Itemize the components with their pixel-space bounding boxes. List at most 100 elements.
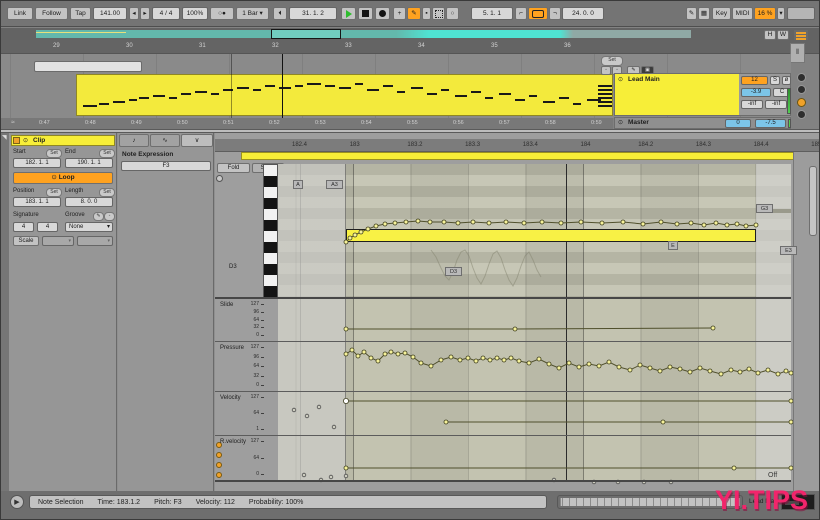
breakpoint[interactable] [344,466,348,470]
ghost-note-tag[interactable]: E [668,241,678,250]
clip-color-icon[interactable] [13,137,20,144]
groove-amount-field[interactable]: 100% [182,7,208,20]
breakpoint[interactable] [488,358,492,362]
breakpoint[interactable] [389,350,393,354]
breakpoint[interactable] [404,220,408,224]
panel-collapse-icon[interactable]: ◥ [2,134,7,141]
breakpoint[interactable] [600,221,604,225]
loop-button[interactable]: ⊙ Loop [13,172,113,184]
breakpoint[interactable] [547,362,551,366]
stop-clip-button[interactable] [797,85,806,94]
ghost-breakpoint[interactable] [302,473,306,477]
lane-divider[interactable] [215,480,791,482]
breakpoint[interactable] [638,363,642,367]
capture-midi-button[interactable] [432,7,445,20]
breakpoint[interactable] [442,220,446,224]
breakpoint[interactable] [784,369,788,373]
track-header-lead-main[interactable]: ⊙ Lead Main 12 S ø -3.9 C -inf -inf [614,73,791,116]
breakpoint[interactable] [517,359,521,363]
time-ruler[interactable]: 0:470:480:490:500:510:520:530:540:550:56… [1,118,613,129]
breakpoint[interactable] [374,224,378,228]
lane-divider[interactable] [215,391,791,392]
breakpoint[interactable] [754,223,758,227]
beat-time-ruler[interactable]: 2930313233343536 [1,40,820,54]
master-track-name[interactable]: Master [628,119,649,126]
breakpoint[interactable] [362,350,366,354]
follow-playhead-button[interactable]: ▶ [10,495,24,509]
computer-midi-keyboard-button[interactable]: ▦ [698,7,710,20]
breakpoint[interactable] [504,220,508,224]
lane-divider[interactable] [215,297,791,299]
breakpoint[interactable] [428,220,432,224]
breakpoint[interactable] [522,221,526,225]
breakpoint[interactable] [344,327,348,331]
breakpoint[interactable] [628,368,632,372]
clip-panel-header[interactable]: ⊙ Clip [11,135,115,146]
fold-button[interactable]: Fold [217,163,250,173]
end-field[interactable]: 190. 1. 1 [65,158,113,168]
optimize-width-button[interactable]: W [777,30,789,40]
set-locator-button[interactable]: Set [601,56,623,66]
track-title-area[interactable]: ⊙ Lead Main [615,74,739,115]
record-button[interactable] [375,7,390,20]
ghost-breakpoint[interactable] [329,475,333,479]
track-name[interactable]: Lead Main [628,76,660,83]
breakpoint[interactable] [353,233,357,237]
breakpoint[interactable] [344,352,348,356]
cpu-meter[interactable]: 16 % [754,7,776,20]
automation-arm-button[interactable]: + [393,7,406,20]
ghost-note-tag[interactable]: D3 [445,267,462,276]
groove-edit-button[interactable]: ✎ [93,212,104,221]
stop-button[interactable] [358,7,373,20]
ghost-note-tag[interactable]: E3 [780,246,797,255]
send-b-field[interactable]: -inf [765,100,787,109]
breakpoint[interactable] [708,369,712,373]
ghost-breakpoint[interactable] [332,425,336,429]
breakpoint[interactable] [509,356,513,360]
lane-handle-dot[interactable] [216,452,222,458]
tap-tempo-button[interactable]: Tap [70,7,91,20]
expression-curves[interactable] [278,164,791,481]
loop-length-display[interactable]: 24. 0. 0 [562,7,604,20]
breakpoint[interactable] [621,220,625,224]
quantization-menu[interactable]: 1 Bar ▾ [236,7,269,20]
breakpoint[interactable] [487,221,491,225]
breakpoint[interactable] [481,356,485,360]
signature-numerator-field[interactable]: 4 [13,222,34,232]
clip-unfold-icon[interactable]: ⊙ [23,137,28,144]
breakpoint[interactable] [668,365,672,369]
punch-in-position-display[interactable]: 5. 1. 1 [471,7,513,20]
midi-map-button[interactable]: MIDI [732,7,753,20]
editor-loop-bar[interactable] [241,152,819,160]
breakpoint[interactable] [396,352,400,356]
punch-out-button[interactable]: ¬ [549,7,561,20]
length-set-button[interactable]: Set [99,188,115,197]
breakpoint[interactable] [366,227,370,231]
key-map-button[interactable]: Key [712,7,731,20]
expression-fold-button[interactable] [216,175,223,182]
link-button[interactable]: Link [7,7,33,20]
position-field[interactable]: 183. 1. 1 [13,197,61,207]
breakpoint[interactable] [659,220,663,224]
ghost-note-tag[interactable]: A [293,180,303,189]
breakpoint[interactable] [456,221,460,225]
master-pan-field[interactable]: 0 [725,119,751,128]
breakpoint[interactable] [439,358,443,362]
breakpoint[interactable] [559,221,563,225]
breakpoint[interactable] [359,230,363,234]
tab-envelopes[interactable]: ∿ [150,134,180,147]
breakpoint[interactable] [419,361,423,365]
breakpoint[interactable] [698,366,702,370]
breakpoint[interactable] [403,351,407,355]
draw-mode-toggle-button[interactable]: ✎ [686,7,697,20]
breakpoint[interactable] [393,221,397,225]
play-button[interactable] [341,7,356,20]
volume-field[interactable]: -3.9 [741,88,771,97]
end-set-button[interactable]: Set [99,149,115,158]
expression-pitch-field[interactable]: F3 [121,161,211,171]
breakpoint[interactable] [587,362,591,366]
length-field[interactable]: 8. 0. 0 [65,197,113,207]
lane-handle-dot[interactable] [216,462,222,468]
overview-toggle-icon[interactable]: ≈ [11,119,15,126]
tempo-field[interactable]: 141.00 [93,7,127,20]
